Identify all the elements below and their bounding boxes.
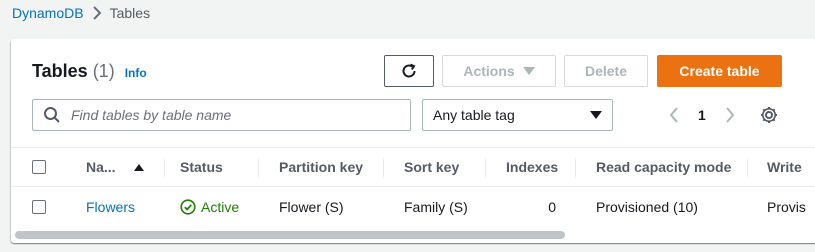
column-divider[interactable] [747,158,748,178]
status-text: Active [201,199,240,215]
row-select-cell [32,187,46,227]
status-cell: Active [180,187,239,227]
indexes-cell: 0 [548,199,556,215]
tables-panel: Tables (1) Info Actions Delete Create ta… [11,39,815,243]
sort-key-cell: Family (S) [404,199,468,215]
breadcrumb-current: Tables [109,5,151,21]
actions-label: Actions [463,63,515,79]
page-number[interactable]: 1 [698,107,706,123]
column-divider[interactable] [575,158,576,178]
table-name-cell: Flowers [86,187,135,227]
refresh-icon [400,62,418,80]
table-row[interactable]: Flowers Active Flower (S) Family (S) 0 P… [11,187,815,227]
column-header-name[interactable]: Na... [86,148,144,186]
search-box[interactable] [32,99,411,131]
search-icon [43,106,61,124]
table-tag-select[interactable]: Any table tag [422,99,613,131]
next-page-icon[interactable] [721,106,739,124]
table-tag-selected: Any table tag [433,107,515,123]
caret-down-icon [522,67,535,75]
caret-down-icon [590,111,602,119]
column-header-partition-key[interactable]: Partition key [279,148,363,186]
pagination: 1 [665,103,739,127]
column-divider[interactable] [383,158,384,178]
column-header-write-capacity-mode[interactable]: Write [767,148,815,186]
read-capacity-mode-cell: Provisioned (10) [596,199,698,215]
create-table-button[interactable]: Create table [657,55,782,87]
sort-ascending-icon [133,163,144,171]
previous-page-icon[interactable] [665,106,683,124]
page-title: Tables (1) Info [32,61,147,82]
column-header-indexes[interactable]: Indexes [506,148,558,186]
select-all-cell [32,148,46,186]
delete-button[interactable]: Delete [564,55,648,87]
table-name-link[interactable]: Flowers [86,199,135,215]
table-header: Na... Status Partition key Sort key Inde… [11,147,815,187]
partition-key-cell: Flower (S) [279,199,344,215]
column-divider[interactable] [258,158,259,178]
gear-icon[interactable] [759,105,779,125]
column-header-status[interactable]: Status [180,148,223,186]
select-all-checkbox[interactable] [32,160,46,174]
check-circle-icon [180,199,196,215]
table-count: (1) [92,61,115,81]
chevron-right-icon [88,4,106,22]
breadcrumb-dynamodb-link[interactable]: DynamoDB [12,5,84,21]
column-divider[interactable] [164,158,165,178]
status-badge: Active [180,199,239,215]
panel-title-text: Tables [32,61,88,81]
refresh-button[interactable] [384,55,434,87]
horizontal-scrollbar[interactable] [15,231,565,239]
write-capacity-mode-cell: Provis [767,199,806,215]
column-divider[interactable] [485,158,486,178]
info-link[interactable]: Info [125,66,147,80]
column-header-sort-key[interactable]: Sort key [404,148,459,186]
actions-button[interactable]: Actions [442,55,556,87]
search-input[interactable] [71,107,410,123]
column-header-read-capacity-mode[interactable]: Read capacity mode [596,148,731,186]
row-select-checkbox[interactable] [32,200,46,214]
column-header-name-label: Na... [86,159,116,175]
breadcrumb: DynamoDB Tables [12,4,150,22]
